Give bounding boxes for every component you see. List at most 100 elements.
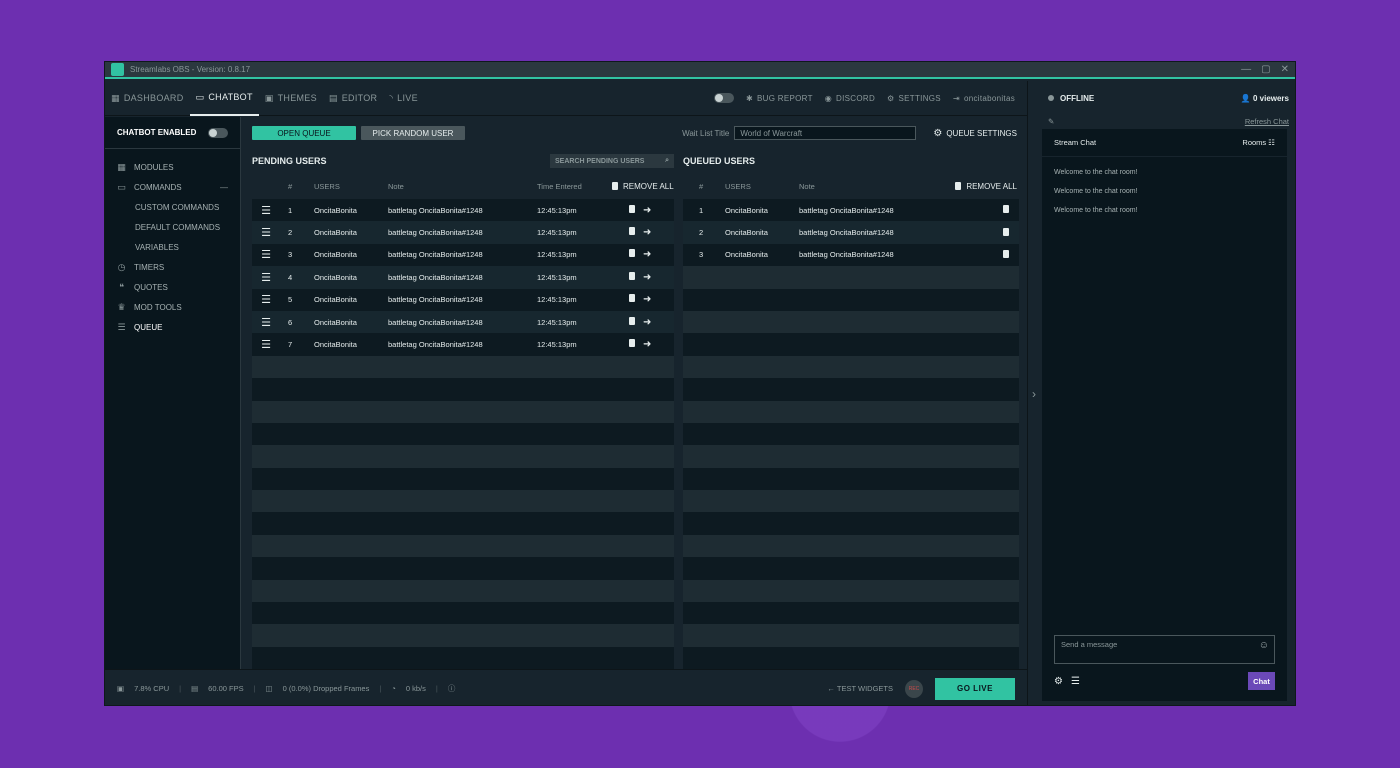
emoji-icon[interactable]: ☺ (1259, 640, 1269, 651)
open-queue-button[interactable]: OPEN QUEUE (252, 126, 356, 140)
bug-report-link[interactable]: ✱ BUG REPORT (746, 81, 813, 116)
sidebar-item-commands[interactable]: ▭ COMMANDS — (105, 177, 240, 197)
arrow-right-icon[interactable]: ➜ (643, 272, 651, 283)
sidebar-item-mod-tools[interactable]: ♛ MOD TOOLS (105, 297, 240, 317)
tab-themes[interactable]: ▣ THEMES (259, 81, 323, 116)
app-logo-icon (111, 63, 124, 76)
dropped-frames: 0 (0.0%) Dropped Frames (282, 684, 370, 693)
record-button[interactable]: REC (905, 679, 923, 698)
test-widgets-button[interactable]: ← TEST WIDGETS (827, 684, 893, 693)
search-pending-input[interactable]: Search Pending Users ⌕ (550, 154, 674, 168)
tab-chatbot[interactable]: ▭ CHATBOT (189, 81, 259, 116)
drag-handle-icon[interactable]: ☰ (252, 248, 280, 261)
queue-main: OPEN QUEUE PICK RANDOM USER Wait List Ti… (242, 117, 1027, 670)
wait-list-title-input[interactable]: World of Warcraft (734, 126, 917, 140)
sidebar-item-queue[interactable]: ☰ QUEUE (105, 317, 240, 337)
collapse-icon[interactable]: — (220, 183, 228, 192)
pick-random-user-button[interactable]: PICK RANDOM USER (361, 126, 465, 140)
table-row[interactable]: 3 OncitaBonita battletag OncitaBonita#1248 (683, 243, 1019, 267)
queue-settings-button[interactable]: ⚙ QUEUE SETTINGS (933, 128, 1017, 139)
drag-handle-icon[interactable]: ☰ (252, 316, 280, 329)
chat-send-button[interactable]: Chat (1248, 672, 1275, 690)
user-menu[interactable]: ⇥ oncitabonitas (953, 81, 1015, 116)
queued-users-panel: QUEUED USERS # USERS Note REMOVE ALL 1 On… (683, 149, 1019, 670)
sidebar-item-custom-commands[interactable]: CUSTOM COMMANDS (105, 197, 240, 217)
chat-settings-icon[interactable]: ⚙ (1054, 676, 1063, 687)
logout-icon: ⇥ (952, 93, 960, 103)
edit-icon[interactable]: ✎ (1048, 117, 1054, 126)
settings-link[interactable]: ⚙ SETTINGS (887, 81, 941, 116)
send-message-input[interactable]: Send a message ☺ (1054, 635, 1275, 664)
queued-table-header: # USERS Note REMOVE ALL (699, 181, 1017, 191)
drag-handle-icon[interactable]: ☰ (252, 293, 280, 306)
speed-icon: ◔ (391, 684, 396, 693)
sidebar-item-variables[interactable]: VARIABLES (105, 237, 240, 257)
gear-icon: ⚙ (887, 93, 895, 103)
bug-icon: ✱ (746, 93, 754, 103)
drag-handle-icon[interactable]: ☰ (252, 204, 280, 217)
trash-icon[interactable] (1003, 249, 1009, 258)
refresh-chat-link[interactable]: Refresh Chat (1245, 117, 1289, 126)
maximize-icon[interactable]: ▢ (1261, 64, 1270, 75)
table-row[interactable]: ☰ 7 OncitaBonita battletag OncitaBonita#124… (252, 333, 674, 356)
sidebar-item-modules[interactable]: ▦ MODULES (105, 157, 240, 177)
table-row[interactable]: 1 OncitaBonita battletag OncitaBonita#1248 (683, 199, 1019, 222)
discord-icon: ◉ (824, 93, 833, 103)
chat-list-icon[interactable]: ☰ (1071, 676, 1080, 687)
arrow-right-icon[interactable]: ➜ (643, 317, 651, 328)
clock-icon: ◷ (117, 261, 126, 272)
drag-handle-icon[interactable]: ☰ (252, 226, 280, 239)
minimize-icon[interactable]: — (1241, 64, 1251, 75)
trash-icon[interactable] (1003, 227, 1009, 236)
trash-icon[interactable] (629, 227, 635, 236)
gear-icon: ⚙ (933, 127, 943, 139)
info-icon[interactable]: ⓘ (448, 683, 456, 694)
trash-icon[interactable] (629, 249, 635, 258)
trash-icon[interactable] (629, 316, 635, 325)
table-row[interactable]: ☰ 2 OncitaBonita battletag OncitaBonita#124… (252, 221, 674, 244)
chat-icon: ▭ (195, 91, 205, 102)
tab-live[interactable]: ◝ LIVE (383, 81, 424, 116)
arrow-right-icon[interactable]: ➜ (643, 249, 651, 260)
table-row[interactable]: ☰ 1 OncitaBonita battletag OncitaBonita#124… (252, 199, 674, 222)
table-row[interactable]: ☰ 5 OncitaBonita battletag OncitaBonita#124… (252, 288, 674, 311)
collapse-chat-handle[interactable]: › (1027, 81, 1040, 705)
tab-dashboard[interactable]: ▦ DASHBOARD (105, 81, 190, 116)
discord-link[interactable]: ◉ DISCORD (825, 81, 875, 116)
sidebar-item-timers[interactable]: ◷ TIMERS (105, 257, 240, 277)
trash-icon[interactable] (629, 294, 635, 303)
stream-status-bar: OFFLINE 👤 0 viewers (1040, 81, 1295, 115)
pending-users-panel: PENDING USERS Search Pending Users ⌕ # U… (252, 149, 674, 670)
pending-rows: ☰ 1 OncitaBonita battletag OncitaBonita#124… (252, 199, 674, 356)
close-icon[interactable]: ✕ (1281, 64, 1289, 75)
arrow-right-icon[interactable]: ➜ (643, 294, 651, 305)
trash-icon[interactable] (629, 204, 635, 213)
trash-icon[interactable] (629, 271, 635, 280)
night-mode-toggle[interactable] (714, 93, 734, 103)
table-row[interactable]: 2 OncitaBonita battletag OncitaBonita#1248 (683, 221, 1019, 244)
sidebar-item-default-commands[interactable]: DEFAULT COMMANDS (105, 217, 240, 237)
table-row[interactable]: ☰ 6 OncitaBonita battletag OncitaBonita#124… (252, 310, 674, 334)
trash-icon[interactable] (629, 339, 635, 348)
chatbot-enabled-toggle[interactable] (208, 127, 228, 138)
go-live-button[interactable]: GO LIVE (935, 677, 1015, 700)
table-row[interactable]: ☰ 3 OncitaBonita battletag OncitaBonita#124… (252, 243, 674, 267)
remove-all-queued-button[interactable]: REMOVE ALL (955, 182, 1017, 191)
rooms-button[interactable]: Rooms ☷ (1242, 138, 1275, 147)
table-row[interactable]: ☰ 4 OncitaBonita battletag OncitaBonita#124… (252, 266, 674, 289)
cpu-usage: 7.8% CPU (134, 684, 170, 693)
drag-handle-icon[interactable]: ☰ (252, 338, 280, 351)
pending-empty-rows (252, 355, 674, 670)
arrow-right-icon[interactable]: ➜ (643, 339, 651, 350)
top-nav: ▦ DASHBOARD ▭ CHATBOT ▣ THEMES ▤ EDITOR ◝ LIV… (105, 81, 1027, 116)
sidebar-item-quotes[interactable]: ❝ QUOTES (105, 277, 240, 297)
arrow-right-icon[interactable]: ➜ (643, 227, 651, 238)
status-footer: ▣ 7.8% CPU | ▤ 60.00 FPS | ◫ 0 (0.0%) Dr… (105, 669, 1027, 705)
remove-all-pending-button[interactable]: REMOVE ALL (612, 182, 674, 191)
arrow-right-icon[interactable]: ➜ (643, 205, 651, 216)
drag-handle-icon[interactable]: ☰ (252, 271, 280, 284)
live-panel: OFFLINE 👤 0 viewers ✎ Refresh Chat Strea… (1040, 81, 1295, 705)
stream-status: OFFLINE (1060, 93, 1095, 103)
trash-icon[interactable] (1003, 205, 1009, 214)
tab-editor[interactable]: ▤ EDITOR (323, 81, 383, 116)
